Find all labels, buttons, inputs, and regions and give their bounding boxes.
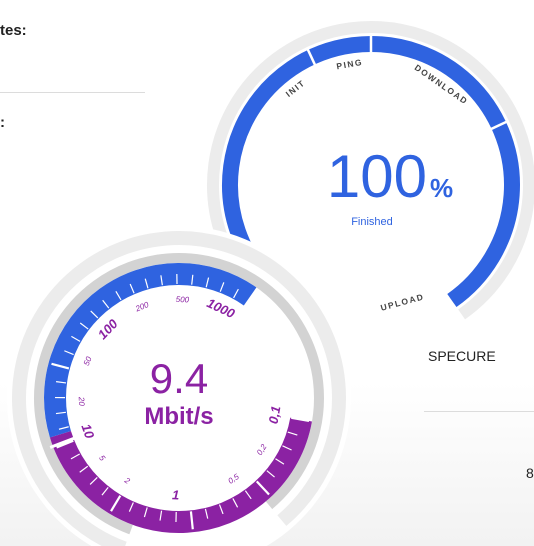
speed-value: 9.4 [150,355,208,402]
upload-scale-label: 1 [172,487,180,502]
speed-gauge: 0,10,20,5125102050100200500 1000 9.4 Mbit… [7,226,351,546]
download-scale-label: 20 [77,396,86,407]
upload-scale-label: 0,1 [266,405,284,425]
download-scale-label: 500 [176,295,190,304]
speed-unit: Mbit/s [144,403,213,430]
